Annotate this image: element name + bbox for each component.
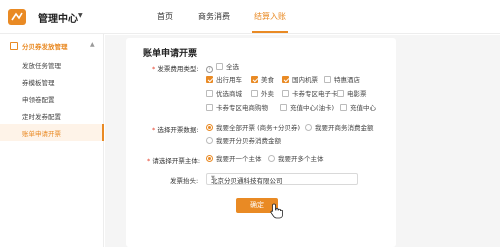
- select-all-checkbox[interactable]: ? 全选: [206, 62, 239, 73]
- invoice-entity-label: * 请选择开票主体:: [147, 157, 201, 165]
- chevron-down-icon: ▼: [211, 175, 215, 181]
- invoice-data-radio[interactable]: 我要全部开票 (商务+分贝券): [206, 123, 300, 133]
- invoice-entity-radio[interactable]: 我要开多个主体: [268, 154, 324, 164]
- app-title[interactable]: 管理中心: [38, 10, 78, 25]
- fee-type-checkbox[interactable]: 卡券专区电子卡: [282, 89, 338, 99]
- fee-type-checkbox[interactable]: 出行用车: [206, 75, 242, 85]
- nav-home[interactable]: 首页: [157, 11, 173, 22]
- sidebar: 分贝券发放管理 ▲ 发放任务管理 券模板管理 申领卷配置 定时发券配置 账单申请…: [0, 34, 104, 247]
- fee-type-checkbox[interactable]: 外卖: [251, 89, 274, 99]
- fee-type-checkbox[interactable]: 特惠酒店: [324, 75, 360, 85]
- fee-type-checkbox[interactable]: 卡券专区电商购物: [206, 103, 268, 113]
- invoice-entity-radio[interactable]: 我要开一个主体: [206, 154, 262, 164]
- fee-type-checkbox[interactable]: 美食: [251, 75, 274, 85]
- invoice-data-label: * 选择开票数据:: [152, 126, 199, 134]
- nav-settlement[interactable]: 结算入账: [254, 11, 286, 22]
- fee-type-checkbox[interactable]: 电影票: [337, 89, 367, 99]
- top-bar: 管理中心 ▼ 首页 商务消费 结算入账: [0, 0, 500, 34]
- page-title: 账单申请开票: [143, 49, 198, 59]
- logo-icon: [8, 9, 26, 25]
- invoice-data-radio[interactable]: 我要开分贝券消费金额: [206, 136, 281, 146]
- sidebar-item-task-management[interactable]: 发放任务管理: [0, 56, 104, 73]
- sidebar-item-label: 申领卷配置: [22, 96, 55, 104]
- sidebar-group-coupon-management[interactable]: 分贝券发放管理 ▲: [0, 38, 104, 54]
- sidebar-item-label: 账单申请开票: [22, 130, 61, 138]
- sidebar-item-template-management[interactable]: 券模板管理: [0, 73, 104, 90]
- sidebar-item-scheduled-config[interactable]: 定时发券配置: [0, 107, 104, 124]
- fee-type-checkbox[interactable]: 充值中心: [340, 103, 376, 113]
- invoice-header-label: 发票抬头:: [170, 177, 199, 185]
- chevron-up-icon: ▲: [90, 41, 95, 48]
- invoice-data-radio[interactable]: 我要开商务消费金额: [305, 123, 374, 133]
- sidebar-group-label: 分贝券发放管理: [22, 43, 68, 51]
- fee-type-label: * 发票费用类型:: [152, 65, 199, 73]
- nav-business-consumption[interactable]: 商务消费: [198, 11, 230, 22]
- sidebar-item-label: 定时发券配置: [22, 113, 61, 121]
- invoice-header-select[interactable]: 北京分贝通科技有限公司 ▼: [206, 173, 358, 185]
- sidebar-item-bill-invoice[interactable]: 账单申请开票: [0, 124, 104, 141]
- menu-group-icon: [10, 42, 18, 50]
- sidebar-item-label: 发放任务管理: [22, 62, 61, 70]
- fee-type-checkbox[interactable]: 国内机票: [282, 75, 318, 85]
- fee-type-checkbox[interactable]: 优选商城: [206, 89, 242, 99]
- hand-cursor-icon: [270, 203, 283, 219]
- active-tab-indicator: [252, 31, 288, 33]
- sidebar-item-claim-config[interactable]: 申领卷配置: [0, 90, 104, 107]
- sidebar-item-label: 券模板管理: [22, 79, 55, 87]
- help-icon: ?: [206, 66, 213, 73]
- chevron-down-icon[interactable]: ▼: [78, 12, 83, 19]
- fee-type-checkbox[interactable]: 充值中心(油卡): [280, 103, 334, 113]
